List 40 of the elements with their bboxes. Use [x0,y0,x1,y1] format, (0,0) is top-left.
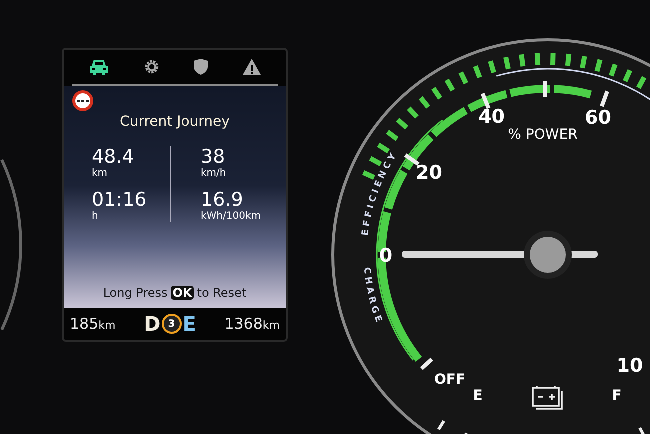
stat-unit: km/h [201,168,228,179]
gauge-title: % POWER [508,127,578,143]
odometer-unit: km [262,319,280,332]
stat-value: 16.9 [201,189,244,211]
sign-icon [72,90,94,112]
off-label: OFF [434,372,466,388]
scale-label: 40 [478,106,506,128]
shield-icon[interactable] [193,58,210,76]
range-unit: km [98,319,116,332]
reset-hint-text: Long Press [103,286,168,300]
journey-title: Current Journey [120,114,230,130]
scale-tick [600,90,610,108]
empty-label: E [473,388,483,404]
scale-tick [404,154,420,166]
stat-unit: kWh/100km [201,211,262,222]
stat-unit: km [92,168,109,179]
scale-tick [543,80,548,98]
range-value: 185 [70,315,99,333]
gear-letter: D [144,312,161,336]
stat-unit: h [92,211,100,222]
scale-tick [480,92,491,110]
scale-label: 20 [416,162,442,184]
scale-label: 0 [379,245,393,267]
gear-letter: E [182,312,196,336]
scale-label: 60 [585,106,612,129]
ok-key-badge: OK [170,286,194,300]
eco-level-badge: 3 [162,314,182,334]
scale-tick [420,358,434,370]
warning-icon[interactable] [242,58,262,76]
full-label: F [612,388,622,404]
needle-hub [524,231,572,279]
settings-icon[interactable] [142,58,161,76]
stat-value: 38 [201,146,226,168]
battery-icon [532,385,563,410]
car-icon[interactable] [88,58,110,76]
outer-scale-label: 10 [616,355,644,377]
stat-value: 48.4 [92,146,136,168]
stat-value: 01:16 [92,189,148,211]
reset-hint-text: to Reset [197,286,247,300]
odometer-value: 1368 [224,315,263,333]
